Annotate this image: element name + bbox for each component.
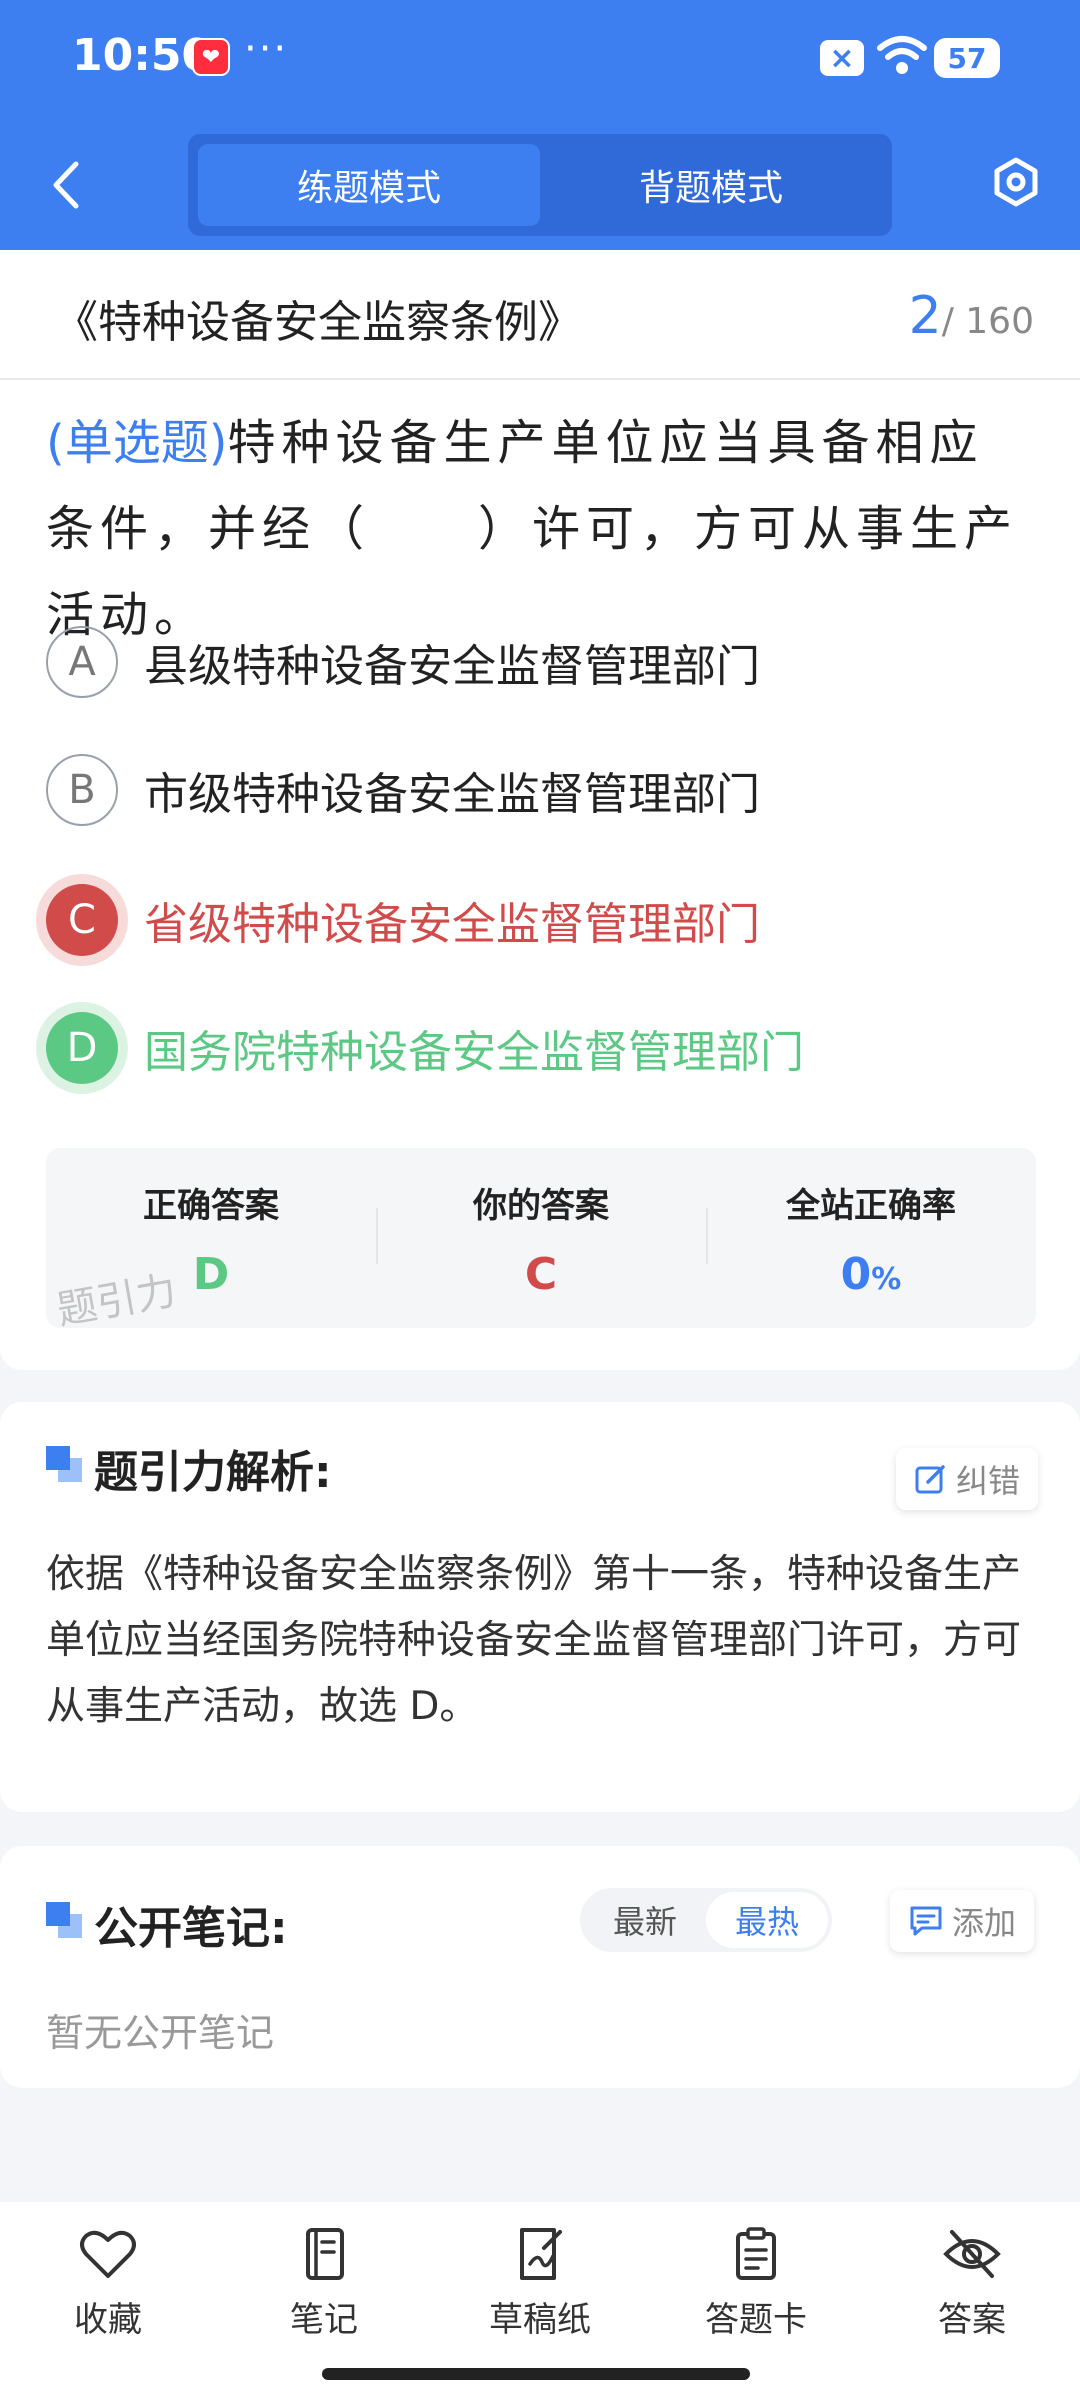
notes-card: 公开笔记: 最新 最热 添加 暂无公开笔记: [0, 1846, 1080, 2088]
clipboard-icon: [736, 2227, 776, 2280]
add-note-button[interactable]: 添加: [890, 1890, 1035, 1952]
nav-label: 草稿纸: [489, 2300, 591, 2340]
accuracy-col: 全站正确率 0%: [706, 1148, 1036, 1328]
edit-icon: [915, 1465, 945, 1494]
option-letter: C: [46, 884, 118, 956]
empty-notes-message: 暂无公开笔记: [46, 2011, 275, 2055]
comment-icon: [910, 1906, 942, 1936]
accuracy-unit: %: [871, 1262, 902, 1297]
question-type: (单选题): [46, 415, 228, 471]
nav-label: 答题卡: [705, 2300, 807, 2340]
option-b[interactable]: B 市级特种设备安全监督管理部门: [46, 750, 1036, 830]
app-header: 10:50 ❤ ··· × 57 练题模式 背题模式: [0, 0, 1080, 250]
settings-icon[interactable]: [990, 156, 1042, 208]
question-card: 《特种设备安全监察条例》 2/ 160 (单选题)特种设备生产单位应当具备相应条…: [0, 250, 1080, 1370]
accuracy-number: 0: [840, 1249, 872, 1300]
accuracy-value: 0%: [706, 1249, 1036, 1300]
analysis-text: 依据《特种设备安全监察条例》第十一条，特种设备生产单位应当经国务院特种设备安全监…: [46, 1552, 1022, 1729]
option-letter: B: [46, 754, 118, 826]
option-letter: D: [46, 1012, 118, 1084]
sort-hot-option[interactable]: 最热: [706, 1892, 828, 1948]
option-letter: A: [46, 626, 118, 698]
notes-title: 公开笔记:: [94, 1903, 288, 1954]
more-notifications-icon: ···: [244, 26, 289, 72]
nav-label: 收藏: [74, 2300, 142, 2340]
option-text: 县级特种设备安全监督管理部门: [144, 641, 760, 692]
current-question-number: 2: [908, 286, 942, 346]
tab-practice-mode[interactable]: 练题模式: [198, 144, 540, 226]
nav-label: 笔记: [290, 2300, 358, 2340]
mode-switch: 练题模式 背题模式: [188, 134, 892, 236]
option-d[interactable]: D 国务院特种设备安全监督管理部门: [46, 1008, 1036, 1088]
nav-label: 答案: [938, 2300, 1006, 2340]
analysis-title: 题引力解析:: [94, 1447, 332, 1498]
battery-icon: 57: [934, 38, 1000, 78]
correct-answer-col: 正确答案 D 题引力: [46, 1148, 376, 1334]
title-row: 《特种设备安全监察条例》 2/ 160: [0, 250, 1080, 380]
your-answer-value: C: [524, 1249, 558, 1300]
accuracy-label: 全站正确率: [786, 1186, 956, 1226]
question-progress: 2/ 160: [909, 286, 1034, 346]
notebook-icon: [306, 2228, 344, 2280]
sort-latest-option[interactable]: 最新: [584, 1892, 706, 1948]
option-text: 省级特种设备安全监督管理部门: [144, 899, 760, 950]
total-questions: / 160: [941, 301, 1034, 342]
back-button[interactable]: [40, 150, 90, 220]
your-answer-col: 你的答案 C: [376, 1148, 706, 1328]
notes-sort-toggle: 最新 最热: [580, 1888, 832, 1952]
question-text-block: (单选题)特种设备生产单位应当具备相应条件，并经（ ）许可，方可从事生产活动。: [46, 400, 1036, 658]
status-bar: 10:50 ❤ ··· × 57: [0, 0, 1080, 120]
answer-summary: 正确答案 D 题引力 你的答案 C 全站正确率 0%: [46, 1148, 1036, 1334]
eye-off-icon: [943, 2230, 1001, 2278]
tab-memorize-mode[interactable]: 背题模式: [540, 144, 882, 226]
section-icon: [46, 1446, 82, 1482]
option-c[interactable]: C 省级特种设备安全监督管理部门: [46, 880, 1036, 960]
nav-answer[interactable]: 答案: [864, 2202, 1080, 2400]
analysis-card: 题引力解析: 纠错 依据《特种设备安全监察条例》第十一条，特种设备生产单位应当经…: [0, 1402, 1080, 1812]
correct-answer-label: 正确答案: [143, 1186, 279, 1226]
report-error-button[interactable]: 纠错: [896, 1448, 1039, 1510]
report-error-label: 纠错: [956, 1462, 1021, 1500]
nav-favorite[interactable]: 收藏: [0, 2202, 216, 2400]
app-notification-icon: ❤: [192, 38, 230, 76]
home-indicator[interactable]: [322, 2368, 750, 2380]
page-title: 《特种设备安全监察条例》: [54, 297, 582, 348]
heart-icon: [80, 2230, 136, 2278]
option-text: 市级特种设备安全监督管理部门: [144, 769, 760, 820]
option-text: 国务院特种设备安全监督管理部门: [144, 1027, 804, 1078]
close-notification-icon: ×: [820, 40, 864, 76]
draft-icon: [520, 2228, 562, 2280]
add-note-label: 添加: [952, 1904, 1017, 1942]
option-a[interactable]: A 县级特种设备安全监督管理部门: [46, 622, 1036, 702]
your-answer-label: 你的答案: [473, 1186, 609, 1226]
wifi-icon: [877, 36, 927, 74]
section-icon: [46, 1902, 82, 1938]
